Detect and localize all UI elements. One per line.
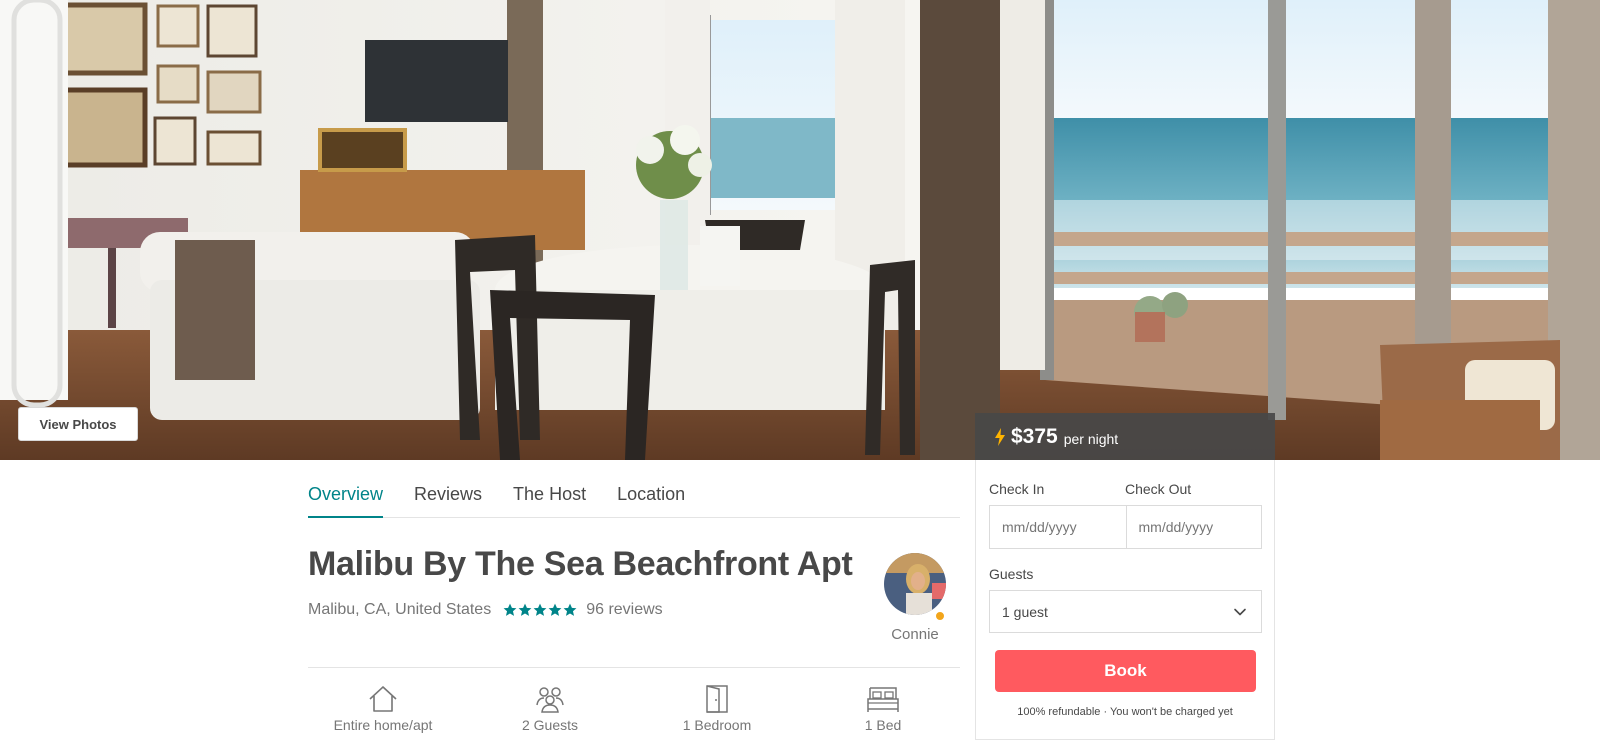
amenity-room-type: Entire home/apt <box>308 685 458 733</box>
section-tabs: Overview Reviews The Host Location <box>308 460 960 518</box>
listing-title: Malibu By The Sea Beachfront Apt <box>308 545 853 583</box>
star-icon <box>518 603 532 616</box>
guests-value: 1 guest <box>1002 603 1048 620</box>
reviews-count[interactable]: 96 reviews <box>586 601 662 619</box>
amenity-label: 2 Guests <box>521 717 579 733</box>
amenity-label: 1 Bed <box>864 717 902 733</box>
superhost-badge-icon <box>935 611 945 621</box>
tab-overview[interactable]: Overview <box>308 460 384 518</box>
price-bar: $375 per night <box>975 413 1275 460</box>
section-divider <box>308 667 960 668</box>
amenity-beds: 1 Bed <box>808 685 958 733</box>
check-in-input[interactable] <box>990 506 1126 548</box>
tab-location[interactable]: Location <box>617 460 685 518</box>
host-photo <box>884 553 946 615</box>
book-button[interactable]: Book <box>995 650 1256 692</box>
hero-photo[interactable]: View Photos <box>0 0 1600 460</box>
amenity-label: Entire home/apt <box>333 717 433 733</box>
tab-reviews[interactable]: Reviews <box>414 460 482 518</box>
refund-note: 100% refundable · You won't be charged y… <box>1017 706 1233 718</box>
chevron-down-icon <box>1234 608 1246 616</box>
nightly-price: $375 <box>1011 424 1058 448</box>
per-night-label: per night <box>1063 430 1119 447</box>
guests-icon <box>536 687 564 713</box>
booking-panel: Check In Check Out Guests 1 guest Book 1… <box>975 460 1275 740</box>
living-room-photo <box>0 0 1600 460</box>
star-icon <box>548 603 562 616</box>
date-range-picker <box>989 505 1262 549</box>
listing-meta: Malibu, CA, United States 96 reviews <box>308 601 663 619</box>
amenity-guests: 2 Guests <box>475 685 625 733</box>
lightning-icon <box>995 427 1005 446</box>
check-out-label: Check Out <box>1125 481 1192 497</box>
host-name: Connie <box>891 626 939 643</box>
guests-label: Guests <box>989 566 1034 582</box>
check-out-input[interactable] <box>1125 506 1261 548</box>
tab-the-host[interactable]: The Host <box>513 460 586 518</box>
view-photos-button[interactable]: View Photos <box>18 407 138 441</box>
rating-stars[interactable] <box>503 603 578 617</box>
home-icon <box>369 686 397 712</box>
amenity-label: 1 Bedroom <box>682 717 752 733</box>
star-icon <box>563 603 577 616</box>
host-profile[interactable]: Connie <box>884 553 946 643</box>
listing-location: Malibu, CA, United States <box>308 601 492 618</box>
amenity-bedrooms: 1 Bedroom <box>642 685 792 733</box>
guests-select[interactable]: 1 guest <box>989 590 1262 633</box>
bed-icon <box>867 687 899 712</box>
host-avatar[interactable] <box>884 553 946 615</box>
check-in-label: Check In <box>989 481 1045 497</box>
star-icon <box>503 603 517 616</box>
star-icon <box>533 603 547 616</box>
door-icon <box>706 685 728 713</box>
